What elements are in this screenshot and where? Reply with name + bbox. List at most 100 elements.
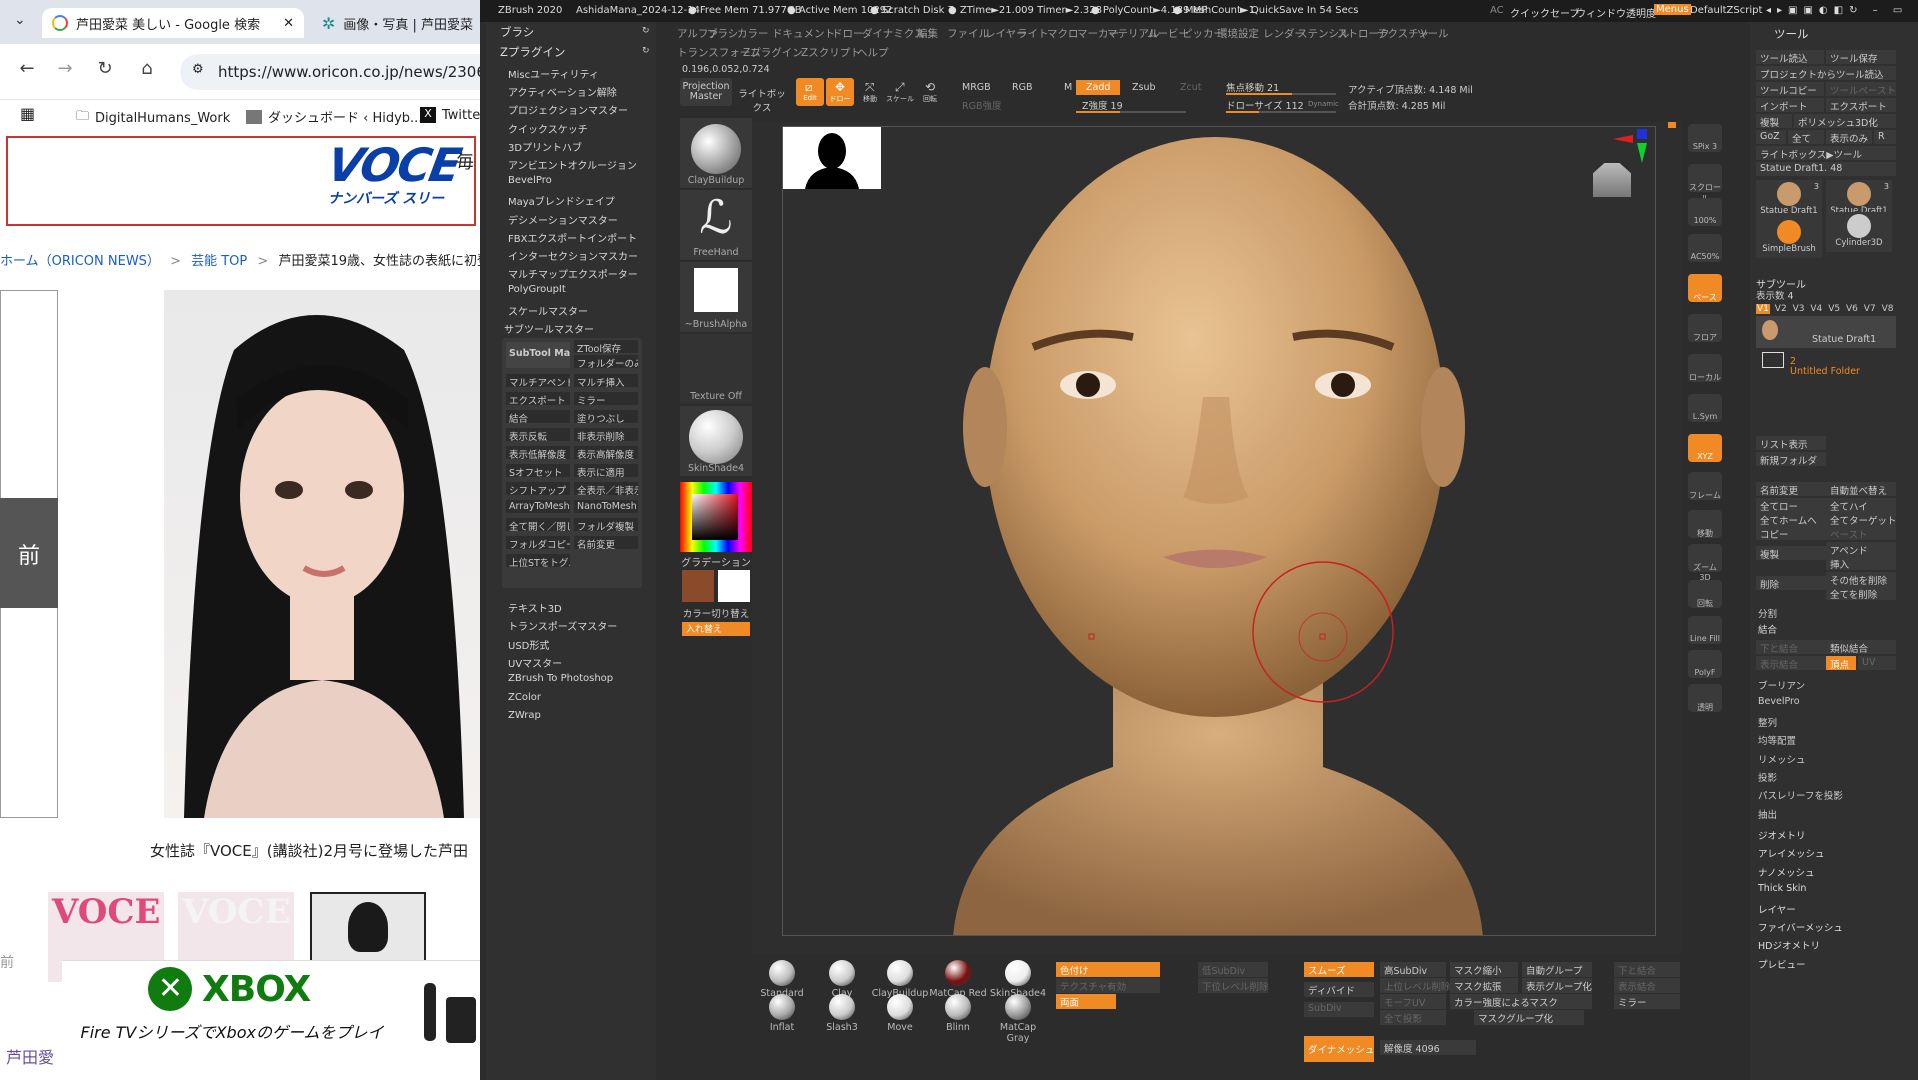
material-5[interactable]: Inflat — [752, 994, 812, 1033]
version-V7[interactable]: V7 — [1863, 304, 1877, 314]
right-shelf-button-0[interactable]: SPix 3 — [1688, 124, 1722, 152]
viewport-canvas[interactable] — [752, 122, 1682, 954]
merge-button-2[interactable]: 表示結合 — [1756, 656, 1826, 670]
subtool-master-item-20[interactable]: フォルダ複製 — [574, 518, 638, 531]
tool-subpalette-5[interactable]: ファイバーメッシュ — [1758, 920, 1843, 934]
ad-banner[interactable]: VOCE ナンバーズ スリー 毎 — [6, 136, 476, 226]
tool-section-2[interactable]: 整列 — [1758, 715, 1777, 729]
bottom-button-divide[interactable]: ディバイド — [1304, 982, 1374, 997]
plugin2-item-4[interactable]: ZBrush To Photoshop — [508, 673, 613, 684]
right-shelf-button-10[interactable]: 移動 — [1688, 510, 1722, 538]
tool-button-4[interactable]: ツールペースト — [1826, 82, 1896, 96]
plugin-item-6[interactable]: BevelPro — [508, 175, 552, 186]
tool-section-0[interactable]: ブーリアン — [1758, 678, 1805, 692]
plugin-item-12[interactable]: PolyGroupIt — [508, 284, 566, 295]
plugin-item-7[interactable]: Mayaブレンドシェイプ — [508, 193, 615, 208]
m-button[interactable]: M — [1064, 82, 1072, 93]
right-shelf-button-3[interactable]: AC50% — [1688, 234, 1722, 262]
z-intensity-track[interactable] — [1076, 111, 1186, 113]
subtool-list-button-13[interactable]: 削除 — [1756, 576, 1826, 590]
tool-thumb-2[interactable]: Cylinder3D — [1826, 212, 1892, 252]
subtool-list-button-1[interactable]: 新規フォルダ — [1756, 452, 1826, 466]
bottom-button-both[interactable]: 両面 — [1056, 994, 1116, 1009]
material-7[interactable]: Move — [870, 994, 930, 1033]
apps-icon[interactable]: ▦ — [20, 104, 35, 123]
subtool-master-item-15[interactable]: シフトアップ — [506, 482, 570, 495]
version-V4[interactable]: V4 — [1809, 304, 1823, 314]
site-info-icon[interactable]: ⚙ — [192, 62, 204, 77]
bottom-button-morph-uv[interactable]: モーフUV — [1380, 994, 1446, 1009]
subtool-list-button-8[interactable]: コピー — [1756, 526, 1826, 540]
plugin2-item-0[interactable]: テキスト3D — [508, 600, 562, 615]
window-transparency[interactable]: ウィンドウ透明度 — [1576, 5, 1656, 20]
lightbox-button[interactable]: ライトボックス — [736, 78, 788, 114]
version-V3[interactable]: V3 — [1792, 304, 1806, 314]
right-shelf-button-11[interactable]: ズーム3D — [1688, 544, 1722, 582]
folder-name[interactable]: Untitled Folder — [1790, 366, 1860, 377]
canvas-top-scrollbar[interactable] — [1668, 122, 1676, 128]
bottom-button-mask-shrink[interactable]: マスク縮小 — [1450, 962, 1518, 977]
plugin-item-13[interactable]: スケールマスター — [508, 303, 588, 318]
plugin-item-4[interactable]: 3Dプリントハブ — [508, 139, 582, 154]
tool-button-3[interactable]: ツールコピー — [1756, 82, 1824, 96]
back-icon[interactable]: ← — [14, 58, 40, 79]
document-area[interactable] — [782, 126, 1656, 936]
menu2-item-3[interactable]: ヘルプ — [857, 45, 889, 60]
alpha-slot[interactable]: ~BrushAlpha — [680, 262, 752, 332]
subtool-list-button-9[interactable]: ペースト — [1826, 526, 1896, 540]
tool-button-5[interactable]: インポート — [1756, 98, 1824, 112]
menus-button[interactable]: Menus — [1654, 4, 1691, 15]
merge-button-0[interactable]: 下と結合 — [1756, 640, 1826, 654]
plugin-item-14[interactable]: サブツールマスター — [504, 321, 594, 336]
right-shelf-button-15[interactable]: 透明 — [1688, 684, 1722, 712]
axis-gizmo[interactable] — [1613, 129, 1647, 163]
plugin2-item-2[interactable]: USD形式 — [508, 637, 549, 652]
tool-subpalette-0[interactable]: ジオメトリ — [1758, 828, 1806, 842]
tool-section-5[interactable]: 投影 — [1758, 770, 1777, 784]
tool-button-12[interactable]: R — [1874, 130, 1896, 144]
bookmark-dashboard[interactable]: ダッシュボード ‹ Hidyb... — [246, 107, 422, 126]
mrgb-button[interactable]: MRGB — [962, 82, 991, 93]
rgb-button[interactable]: RGB — [1012, 82, 1032, 93]
right-shelf-button-2[interactable]: 100% — [1688, 198, 1722, 226]
subtool-master-item-16[interactable]: 全表示／非表示 — [574, 482, 638, 495]
menu-item-10[interactable]: マクロ — [1047, 26, 1079, 41]
tab-search-icon[interactable]: ⌄ — [14, 12, 26, 28]
tool-button-10[interactable]: 全て — [1788, 130, 1824, 144]
tool-subpalette-1[interactable]: アレイメッシュ — [1758, 846, 1825, 860]
subtool-master-item-5[interactable]: エクスポート — [506, 392, 570, 405]
menu-item-6[interactable]: 編集 — [917, 26, 938, 41]
right-shelf-button-12[interactable]: 回転 — [1688, 580, 1722, 608]
subtool-master-item-18[interactable]: NanoToMesh — [574, 500, 638, 513]
prev-image-button[interactable]: 前 — [0, 498, 58, 608]
folders-only-button[interactable]: フォルダーのみ — [574, 355, 638, 368]
swap-button[interactable]: 入れ替え — [682, 622, 750, 636]
ztool-save-button[interactable]: ZTool保存 — [574, 340, 638, 353]
tool-button-1[interactable]: ツール保存 — [1826, 50, 1896, 64]
current-brush-slot[interactable]: ClayBuildup — [680, 118, 752, 188]
subtool-list-button-12[interactable]: 挿入 — [1826, 556, 1896, 570]
subtool-list-button-3[interactable]: 自動並べ替え — [1826, 482, 1896, 496]
plugin-item-8[interactable]: デシメーションマスター — [508, 212, 618, 227]
plugin-item-3[interactable]: クイックスケッチ — [508, 121, 588, 136]
tool-section-1[interactable]: BevelPro — [1758, 696, 1800, 707]
secondary-color-swatch[interactable] — [718, 570, 750, 602]
version-V8[interactable]: V8 — [1881, 304, 1895, 314]
tool-subpalette-6[interactable]: HDジオメトリ — [1758, 938, 1820, 952]
draw-size-track[interactable] — [1226, 111, 1336, 113]
main-photo[interactable] — [164, 290, 480, 818]
tool-palette-title[interactable]: ツール — [1774, 26, 1809, 42]
z-intensity-slider[interactable]: Z強度 19 — [1082, 98, 1123, 112]
texture-slot[interactable]: Texture Off — [680, 334, 752, 404]
tool-button-7[interactable]: 複製 — [1756, 114, 1792, 128]
projection-master-button[interactable]: Projection Master — [680, 78, 732, 106]
subtool-list-button-11[interactable]: アペンド — [1826, 542, 1896, 556]
bottom-button-all-project[interactable]: 全て投影 — [1380, 1010, 1446, 1025]
subtool-list-button-5[interactable]: 全てハイ — [1826, 498, 1896, 512]
merge-section[interactable]: 結合 — [1758, 622, 1777, 636]
tool-button-9[interactable]: GoZ — [1756, 130, 1786, 144]
subtool-list-button-15[interactable]: 全てを削除 — [1826, 586, 1896, 600]
menu-item-9[interactable]: ライト — [1017, 26, 1049, 41]
bookmark-twitter[interactable]: X Twitte — [420, 107, 480, 123]
xbox-ad[interactable]: ✕ XBOX Fire TVシリーズでXboxのゲームをプレイ — [62, 960, 480, 1080]
